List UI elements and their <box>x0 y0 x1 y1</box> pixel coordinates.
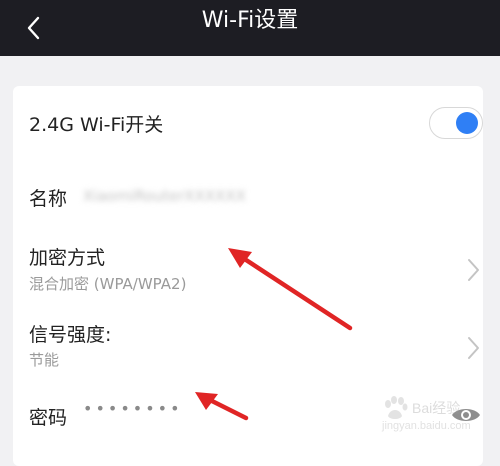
top-bar: Wi-Fi设置 <box>0 0 500 56</box>
chevron-right-icon <box>468 259 479 281</box>
watermark-url: jingyan.baidu.com <box>382 420 471 432</box>
page-title: Wi-Fi设置 <box>201 8 299 33</box>
signal-strength-value: 节能 <box>29 351 60 369</box>
encryption-value: 混合加密 (WPA/WPA2) <box>29 275 187 293</box>
signal-strength-row[interactable]: 信号强度: 节能 <box>13 296 483 372</box>
signal-strength-label: 信号强度: <box>29 324 112 346</box>
watermark-brand: Bai经验 <box>412 400 461 416</box>
wifi-24g-row: 2.4G Wi-Fi开关 <box>13 86 483 160</box>
name-label: 名称 <box>29 188 68 210</box>
encryption-row[interactable]: 加密方式 混合加密 (WPA/WPA2) <box>13 220 483 296</box>
encryption-label: 加密方式 <box>29 247 106 269</box>
paw-logo-icon <box>385 396 408 419</box>
baidu-watermark: Bai经验 jingyan.baidu.com <box>382 396 486 438</box>
password-label: 密码 <box>29 407 68 429</box>
toggle-knob <box>456 112 478 134</box>
wifi-24g-label: 2.4G Wi-Fi开关 <box>29 114 164 136</box>
chevron-right-icon <box>468 337 479 359</box>
password-input[interactable]: •••••••• <box>83 399 183 418</box>
wifi-name-value: XiaomiRouterXXXXXX <box>83 187 246 205</box>
wifi-24g-toggle[interactable] <box>429 107 483 139</box>
